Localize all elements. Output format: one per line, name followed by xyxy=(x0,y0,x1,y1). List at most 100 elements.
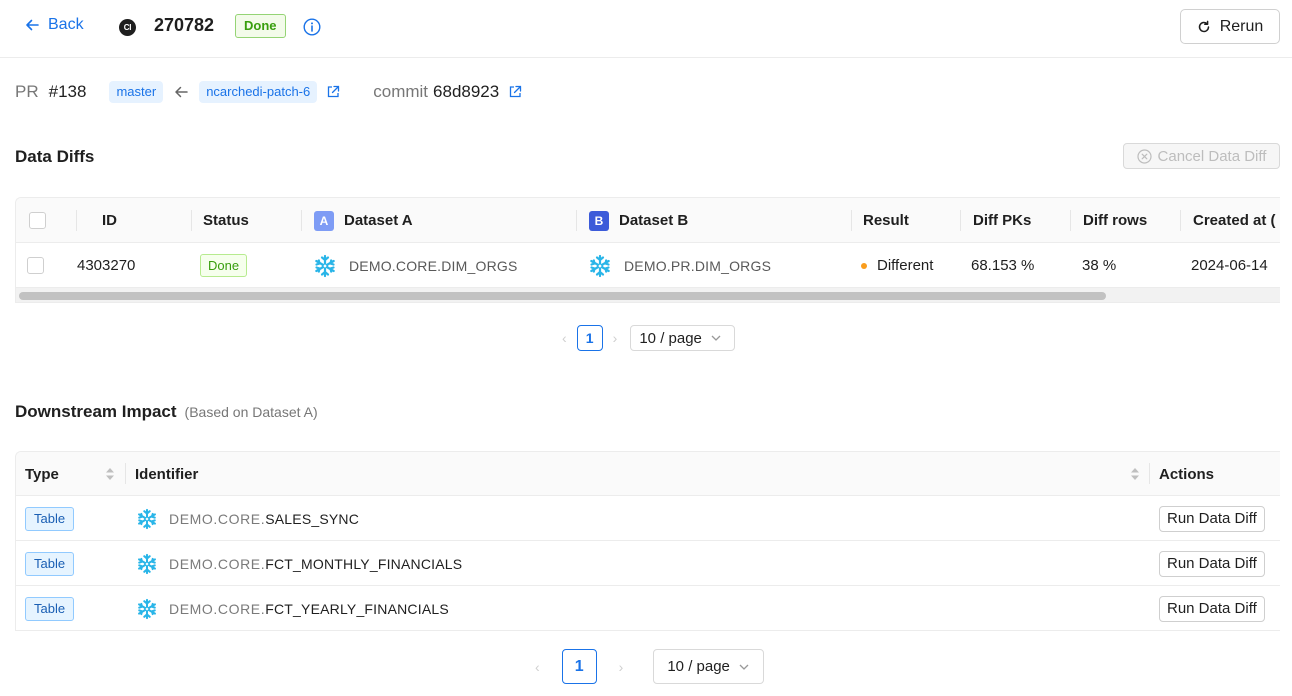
type-tag: Table xyxy=(25,551,75,576)
col-created-at: Created at ( xyxy=(1193,212,1276,229)
prev-page-icon[interactable]: ‹ xyxy=(562,330,567,346)
col-id: ID xyxy=(102,212,117,229)
external-link-icon[interactable] xyxy=(326,85,340,99)
col-type[interactable]: Type xyxy=(25,452,59,496)
col-dataset-b-label: Dataset B xyxy=(619,212,689,229)
rerun-button[interactable]: Rerun xyxy=(1180,9,1280,44)
col-diff-pks: Diff PKs xyxy=(973,212,1032,229)
page-1-button[interactable]: 1 xyxy=(576,325,603,351)
close-circle-icon xyxy=(1136,148,1152,164)
run-data-diff-button[interactable]: Run Data Diff xyxy=(1159,595,1265,622)
col-actions: Actions xyxy=(1159,465,1215,483)
arrow-left-icon xyxy=(175,86,188,98)
identifier-name: FCT_MONTHLY_FINANCIALS xyxy=(265,555,463,572)
info-icon[interactable] xyxy=(303,18,321,36)
table-header: Type Identifier Actions xyxy=(16,452,1280,496)
prev-page-icon[interactable]: ‹ xyxy=(535,659,540,675)
next-page-icon[interactable]: › xyxy=(619,659,624,675)
identifier-cell: DEMO.CORE. FCT_YEARLY_FINANCIALS xyxy=(136,586,449,630)
dataset-b-cell: DEMO.PR.DIM_ORGS xyxy=(588,243,771,288)
row-checkbox[interactable] xyxy=(27,257,44,274)
type-tag: Table xyxy=(25,506,75,531)
downstream-pagination: ‹ 1 › 10 / page xyxy=(535,649,765,684)
snowflake-icon xyxy=(590,254,610,277)
ci-icon: CI xyxy=(119,19,136,36)
run-status-badge: Done xyxy=(235,14,286,38)
run-data-diff-button[interactable]: Run Data Diff xyxy=(1159,550,1265,577)
table-row: Table DEMO.CORE. FCT_MONTHLY_FINANCIALS R… xyxy=(16,541,1280,586)
next-page-icon[interactable]: › xyxy=(613,330,618,346)
page-size-value: 10 / page xyxy=(639,329,702,347)
result-value: Different xyxy=(877,257,934,274)
pr-number: #138 xyxy=(48,82,87,101)
identifier-name: SALES_SYNC xyxy=(265,510,360,527)
sort-icon[interactable] xyxy=(1130,466,1140,482)
data-diffs-pagination: ‹ 1 › 10 / page xyxy=(562,325,736,351)
cancel-data-diff-button[interactable]: Cancel Data Diff xyxy=(1123,143,1280,169)
dataset-a-cell: DEMO.CORE.DIM_ORGS xyxy=(313,243,518,288)
identifier-prefix: DEMO.CORE. xyxy=(169,600,266,617)
sort-icon[interactable] xyxy=(105,466,115,482)
col-dataset-b: B Dataset B xyxy=(589,198,688,243)
downstream-impact-title: Downstream Impact (Based on Dataset A) xyxy=(15,402,318,422)
table-row: Table DEMO.CORE. SALES_SYNC Run Data Diff xyxy=(16,496,1280,541)
top-bar: Back CI 270782 Done Rerun xyxy=(0,0,1292,58)
type-cell: Table xyxy=(25,541,75,586)
downstream-impact-subtitle: (Based on Dataset A) xyxy=(184,404,318,420)
rerun-label: Rerun xyxy=(1219,17,1264,35)
col-identifier[interactable]: Identifier xyxy=(135,452,198,496)
base-branch-tag: master xyxy=(109,81,164,103)
commit-label: commit xyxy=(373,82,429,101)
snowflake-icon xyxy=(138,553,156,574)
select-all-checkbox[interactable] xyxy=(29,212,46,229)
head-branch-tag: ncarchedi-patch-6 xyxy=(199,81,318,103)
select-all-cell xyxy=(29,198,46,243)
chevron-down-icon xyxy=(711,335,721,341)
result-cell: Different xyxy=(861,243,933,288)
page-size-select[interactable]: 10 / page xyxy=(653,649,765,684)
table-row[interactable]: 4303270 Done DEMO.CORE.DIM_ORGS DEMO.PR.… xyxy=(16,243,1280,288)
run-data-diff-button[interactable]: Run Data Diff xyxy=(1159,505,1265,532)
chevron-down-icon xyxy=(739,664,749,670)
identifier-prefix: DEMO.CORE. xyxy=(169,555,266,572)
actions-cell: Run Data Diff xyxy=(1159,541,1265,586)
identifier-cell: DEMO.CORE. SALES_SYNC xyxy=(136,496,359,541)
diff-rows-value: 38 % xyxy=(1082,257,1117,274)
data-diffs-table: ID Status A Dataset A B Dataset B Result… xyxy=(15,197,1280,303)
result-dot xyxy=(861,262,867,269)
col-dataset-a: A Dataset A xyxy=(314,198,413,243)
dataset-b-badge: B xyxy=(589,210,609,231)
table-header: ID Status A Dataset A B Dataset B Result… xyxy=(16,198,1280,243)
back-button[interactable]: Back xyxy=(24,16,84,34)
dataset-b-name: DEMO.PR.DIM_ORGS xyxy=(624,257,772,274)
identifier-name: FCT_YEARLY_FINANCIALS xyxy=(265,600,449,617)
page-size-select[interactable]: 10 / page xyxy=(630,325,736,351)
data-diffs-title: Data Diffs xyxy=(15,147,95,166)
back-label: Back xyxy=(48,16,84,33)
refresh-icon xyxy=(1198,20,1209,32)
snowflake-icon xyxy=(138,598,156,619)
col-result: Result xyxy=(863,212,909,229)
pr-info: PR #138 master ncarchedi-patch-6 commit … xyxy=(15,78,522,106)
horizontal-scrollbar[interactable] xyxy=(16,288,1280,302)
type-cell: Table xyxy=(25,496,75,541)
pr-label: PR xyxy=(15,82,39,101)
arrow-left-icon xyxy=(26,19,39,31)
commit-sha: 68d8923 xyxy=(433,82,500,101)
external-link-icon[interactable] xyxy=(508,85,522,99)
diff-pks-value: 68.153 % xyxy=(971,257,1035,274)
snowflake-icon xyxy=(315,254,335,277)
col-diff-rows: Diff rows xyxy=(1083,212,1148,229)
diff-id[interactable]: 4303270 xyxy=(77,243,135,288)
identifier-prefix: DEMO.CORE. xyxy=(169,510,266,527)
identifier-cell: DEMO.CORE. FCT_MONTHLY_FINANCIALS xyxy=(136,541,462,586)
scrollbar-thumb[interactable] xyxy=(19,292,1106,300)
actions-cell: Run Data Diff xyxy=(1159,586,1265,630)
run-id: 270782 xyxy=(154,15,215,35)
actions-cell: Run Data Diff xyxy=(1159,496,1265,541)
page-1-button[interactable]: 1 xyxy=(561,649,597,684)
type-cell: Table xyxy=(25,586,75,630)
created-at-value: 2024-06-14 xyxy=(1191,257,1268,274)
diff-status-cell: Done xyxy=(200,243,248,288)
col-dataset-a-label: Dataset A xyxy=(344,212,413,229)
